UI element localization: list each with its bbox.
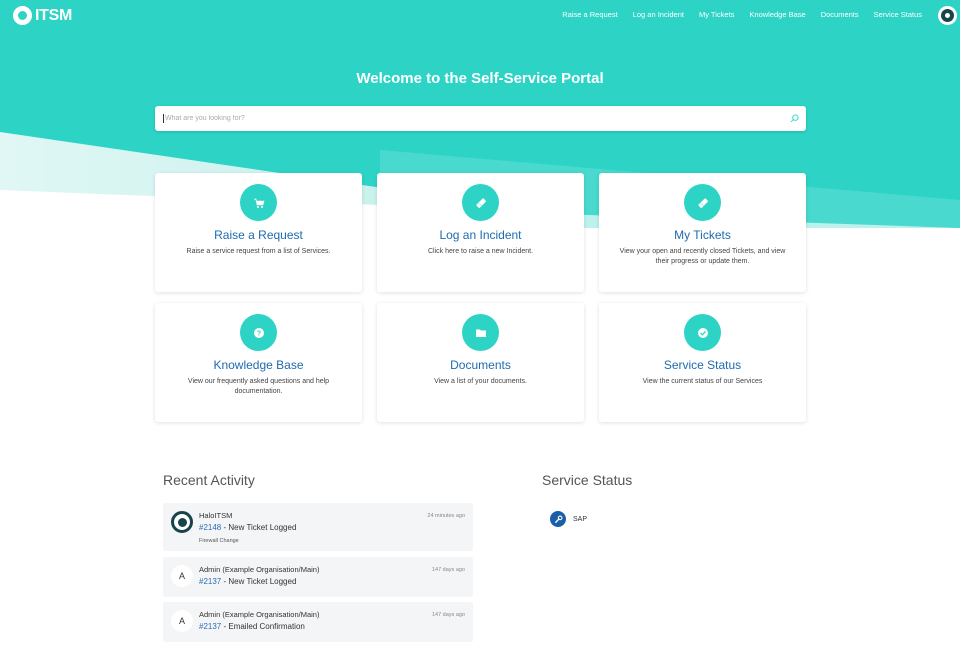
activity-user: Admin (Example Organisation/Main): [199, 565, 320, 574]
activity-action: - Emailed Confirmation: [221, 622, 305, 631]
logo-text: ITSM: [35, 6, 73, 24]
activity-item[interactable]: A Admin (Example Organisation/Main) #213…: [163, 557, 473, 597]
wrench-icon: [550, 511, 566, 527]
activity-item[interactable]: HaloITSM #2148 - New Ticket Logged Firew…: [163, 503, 473, 551]
card-service-status[interactable]: Service Status View the current status o…: [599, 303, 806, 422]
service-status-title: Service Status: [542, 472, 633, 488]
activity-description: #2137 - New Ticket Logged: [199, 577, 296, 586]
card-log-incident[interactable]: Log an Incident Click here to raise a ne…: [377, 173, 584, 292]
activity-description: #2148 - New Ticket Logged: [199, 523, 296, 532]
card-title: Knowledge Base: [213, 358, 304, 372]
search-input[interactable]: [163, 114, 787, 123]
ticket-link[interactable]: #2148: [199, 523, 221, 532]
main-nav: Raise a Request Log an Incident My Ticke…: [547, 10, 922, 19]
activity-action: - New Ticket Logged: [221, 577, 297, 586]
card-description: View the current status of our Services: [642, 378, 763, 385]
user-initial-avatar: A: [171, 610, 193, 632]
question-icon: ?: [240, 314, 277, 351]
activity-user: Admin (Example Organisation/Main): [199, 610, 320, 619]
search-icon[interactable]: [787, 112, 801, 126]
card-raise-request[interactable]: Raise a Request Raise a service request …: [155, 173, 362, 292]
activity-user: HaloITSM: [199, 511, 233, 520]
nav-raise-request[interactable]: Raise a Request: [562, 10, 617, 19]
card-description: View a list of your documents.: [434, 378, 527, 385]
card-description: View your open and recently closed Ticke…: [619, 248, 786, 265]
folder-icon: [462, 314, 499, 351]
ticket-icon: [684, 184, 721, 221]
ticket-link[interactable]: #2137: [199, 622, 221, 631]
top-navigation-bar: ITSM Raise a Request Log an Incident My …: [0, 0, 960, 30]
card-documents[interactable]: Documents View a list of your documents.: [377, 303, 584, 422]
logo-ring-icon: [13, 6, 32, 25]
page-title: Welcome to the Self-Service Portal: [356, 70, 604, 87]
nav-knowledge-base[interactable]: Knowledge Base: [749, 10, 805, 19]
service-name: SAP: [573, 515, 588, 523]
activity-time: 147 days ago: [431, 612, 465, 618]
nav-log-incident[interactable]: Log an Incident: [633, 10, 684, 19]
card-title: Service Status: [663, 358, 742, 372]
card-title: Log an Incident: [439, 228, 522, 242]
card-description: Raise a service request from a list of S…: [186, 248, 331, 255]
card-description: Click here to raise a new Incident.: [427, 248, 534, 255]
card-description: View our frequently asked questions and …: [187, 378, 330, 395]
recent-activity-title: Recent Activity: [163, 472, 255, 488]
service-status-item[interactable]: SAP: [550, 511, 587, 527]
search-bar: [155, 106, 806, 131]
ticket-link[interactable]: #2137: [199, 577, 221, 586]
quick-links-grid: Raise a Request Raise a service request …: [155, 173, 806, 422]
ticket-icon: [462, 184, 499, 221]
activity-subtitle: Firewall Change: [199, 538, 239, 544]
activity-item[interactable]: A Admin (Example Organisation/Main) #213…: [163, 602, 473, 642]
halo-avatar-icon: [171, 511, 193, 533]
nav-my-tickets[interactable]: My Tickets: [699, 10, 734, 19]
user-avatar-button[interactable]: [938, 6, 957, 25]
check-icon: [684, 314, 721, 351]
card-title: My Tickets: [674, 228, 731, 242]
activity-action: - New Ticket Logged: [221, 523, 297, 532]
card-my-tickets[interactable]: My Tickets View your open and recently c…: [599, 173, 806, 292]
svg-text:?: ?: [256, 330, 260, 337]
card-title: Raise a Request: [214, 228, 303, 242]
activity-description: #2137 - Emailed Confirmation: [199, 622, 305, 631]
activity-time: 147 days ago: [431, 567, 465, 573]
cart-icon: [240, 184, 277, 221]
activity-time: 24 minutes ago: [427, 513, 465, 519]
nav-service-status[interactable]: Service Status: [874, 10, 922, 19]
card-knowledge-base[interactable]: ? Knowledge Base View our frequently ask…: [155, 303, 362, 422]
itsm-logo[interactable]: ITSM: [13, 6, 72, 25]
nav-documents[interactable]: Documents: [821, 10, 859, 19]
user-initial-avatar: A: [171, 565, 193, 587]
card-title: Documents: [450, 358, 511, 372]
halo-user-icon: [941, 9, 954, 22]
